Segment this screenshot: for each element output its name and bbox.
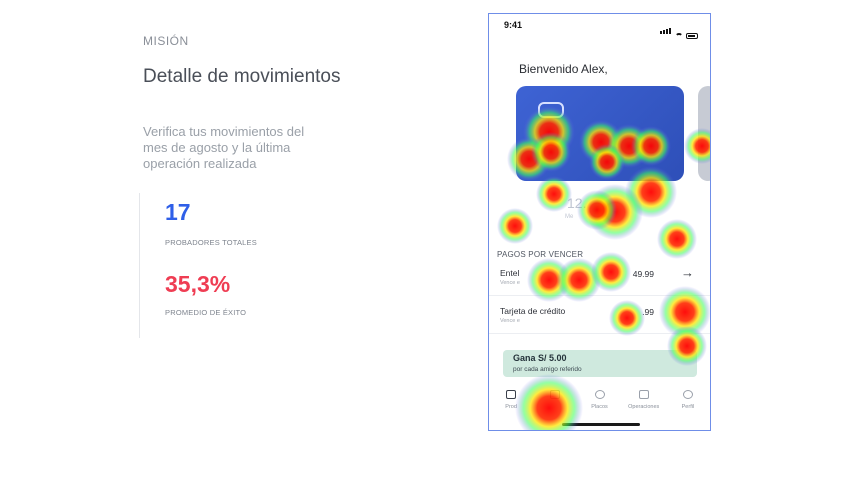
bottom-nav: Prod Placos Operaciones Perfil <box>489 386 710 416</box>
card-balance-sub: Me <box>565 214 574 220</box>
success-rate: 35,3% <box>165 271 231 297</box>
testers-label: PROBADORES TOTALES <box>165 238 257 247</box>
card-icon <box>638 390 649 399</box>
referral-banner[interactable]: Gana S/ 5.00 por cada amigo referido <box>503 350 697 377</box>
status-icons <box>660 21 698 39</box>
referral-title: Gana S/ 5.00 <box>513 353 567 363</box>
phone-screenshot: 9:41 Bienvenido Alex, 12. Me PAGOS POR V… <box>488 13 711 431</box>
card-balance: 12. <box>567 195 587 211</box>
payment-name: Entel <box>500 268 520 278</box>
stats-panel: 17 PROBADORES TOTALES 35,3% PROMEDIO DE … <box>139 193 310 338</box>
battery-icon <box>686 33 698 39</box>
payment-amount: 49.99 <box>632 269 654 279</box>
payment-row-credit-card[interactable]: Tarjeta de crédito Vence e .99 <box>489 299 710 334</box>
payment-due: Vence e <box>500 318 520 324</box>
profile-icon <box>682 390 693 399</box>
card-logo-icon <box>538 102 564 118</box>
mission-description: Verifica tus movimientos del mes de agos… <box>143 124 305 171</box>
status-bar: 9:41 <box>489 14 710 39</box>
section-title-payments: PAGOS POR VENCER <box>497 250 584 259</box>
nav-item-operations[interactable]: Operaciones <box>622 386 666 416</box>
nav-item-profile[interactable]: Perfil <box>666 386 710 416</box>
status-time: 9:41 <box>504 20 523 30</box>
nav-label: Placos <box>591 404 608 410</box>
mission-tag: MISIÓN <box>143 34 189 48</box>
nav-label: Perfil <box>681 404 695 410</box>
payment-name: Tarjeta de crédito <box>500 306 566 316</box>
nav-item-transfer[interactable] <box>533 386 577 416</box>
user-icon <box>594 390 605 399</box>
signal-icon <box>660 21 672 39</box>
payment-amount: .99 <box>642 307 654 317</box>
transfer-icon <box>550 390 561 399</box>
wifi-icon <box>675 33 683 39</box>
welcome-text: Bienvenido Alex, <box>519 62 608 76</box>
wallet-icon <box>506 390 517 399</box>
nav-item-products[interactable]: Prod <box>489 386 533 416</box>
account-card-next[interactable] <box>698 86 710 181</box>
nav-item-contacts[interactable]: Placos <box>577 386 621 416</box>
testers-count: 17 <box>165 199 191 225</box>
nav-label: Prod <box>505 404 517 410</box>
home-indicator <box>562 423 640 426</box>
nav-label: Operaciones <box>628 404 660 410</box>
payment-row-entel[interactable]: Entel Vence e 49.99 → <box>489 261 710 296</box>
mission-title: Detalle de movimientos <box>143 66 341 87</box>
success-label: PROMEDIO DE ÉXITO <box>165 308 247 317</box>
referral-subtitle: por cada amigo referido <box>513 366 582 373</box>
arrow-right-icon[interactable]: → <box>681 265 694 280</box>
account-card[interactable] <box>516 86 684 181</box>
payment-due: Vence e <box>500 280 520 286</box>
